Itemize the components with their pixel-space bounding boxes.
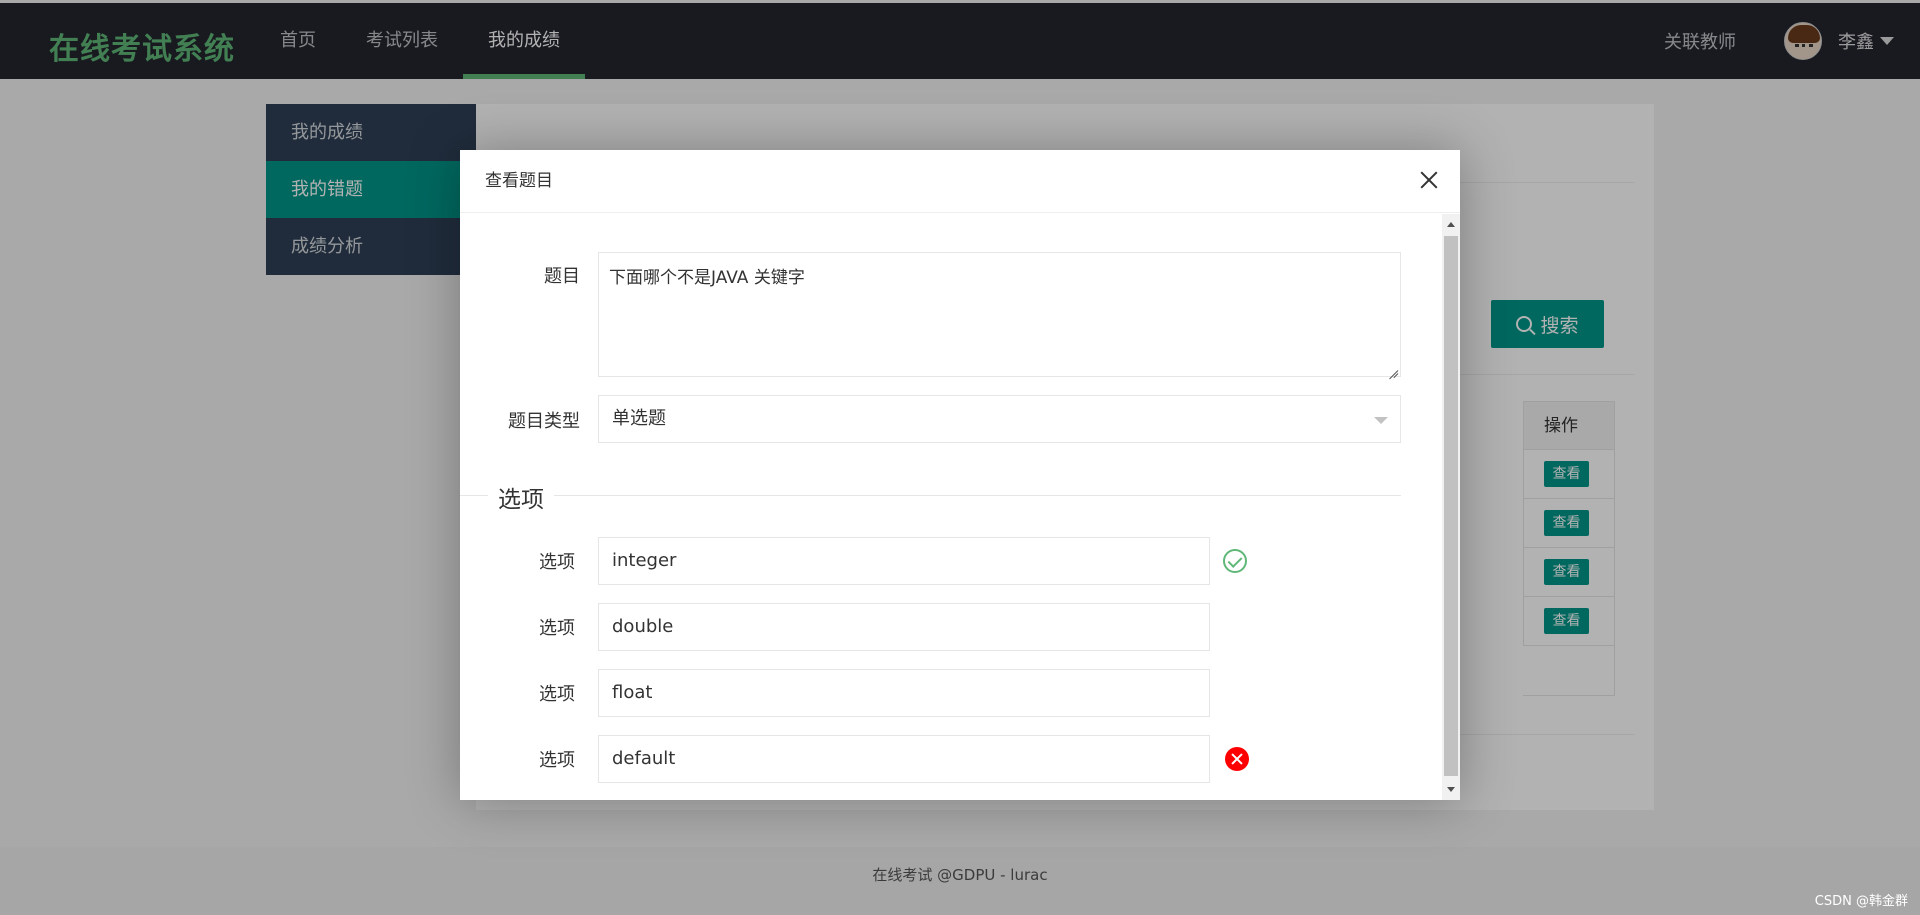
watermark: CSDN @韩金群 xyxy=(1814,894,1908,909)
question-text: 下面哪个不是JAVA 关键字 xyxy=(609,268,805,288)
option-input-4[interactable]: default xyxy=(598,735,1210,783)
option-label: 选项 xyxy=(539,552,575,573)
dialog-body: 题目 下面哪个不是JAVA 关键字 题目类型 单选题 选项 选项 integer… xyxy=(460,214,1442,800)
resize-handle-icon[interactable] xyxy=(1388,364,1398,374)
dialog-title: 查看题目 xyxy=(460,150,1460,213)
question-type-label: 题目类型 xyxy=(508,411,580,432)
options-legend: 选项 xyxy=(488,480,554,514)
question-label: 题目 xyxy=(544,266,580,287)
option-label: 选项 xyxy=(539,750,575,771)
wrong-cross-icon xyxy=(1225,747,1249,771)
scroll-up-icon[interactable] xyxy=(1447,222,1455,227)
option-input-2[interactable]: double xyxy=(598,603,1210,651)
option-label: 选项 xyxy=(539,684,575,705)
scroll-down-icon[interactable] xyxy=(1447,787,1455,792)
question-type-select[interactable]: 单选题 xyxy=(598,395,1401,443)
dialog-scrollbar[interactable] xyxy=(1442,214,1460,800)
option-label: 选项 xyxy=(539,618,575,639)
close-icon[interactable] xyxy=(1416,167,1442,193)
chevron-down-icon xyxy=(1374,417,1388,424)
question-type-value: 单选题 xyxy=(612,408,666,429)
view-question-dialog: 查看题目 题目 下面哪个不是JAVA 关键字 题目类型 单选题 选项 选项 in… xyxy=(460,150,1460,800)
question-textarea[interactable]: 下面哪个不是JAVA 关键字 xyxy=(598,252,1401,377)
correct-check-icon xyxy=(1223,549,1247,573)
scrollbar-thumb[interactable] xyxy=(1444,236,1458,776)
option-input-3[interactable]: float xyxy=(598,669,1210,717)
options-divider xyxy=(460,495,1401,496)
option-input-1[interactable]: integer xyxy=(598,537,1210,585)
